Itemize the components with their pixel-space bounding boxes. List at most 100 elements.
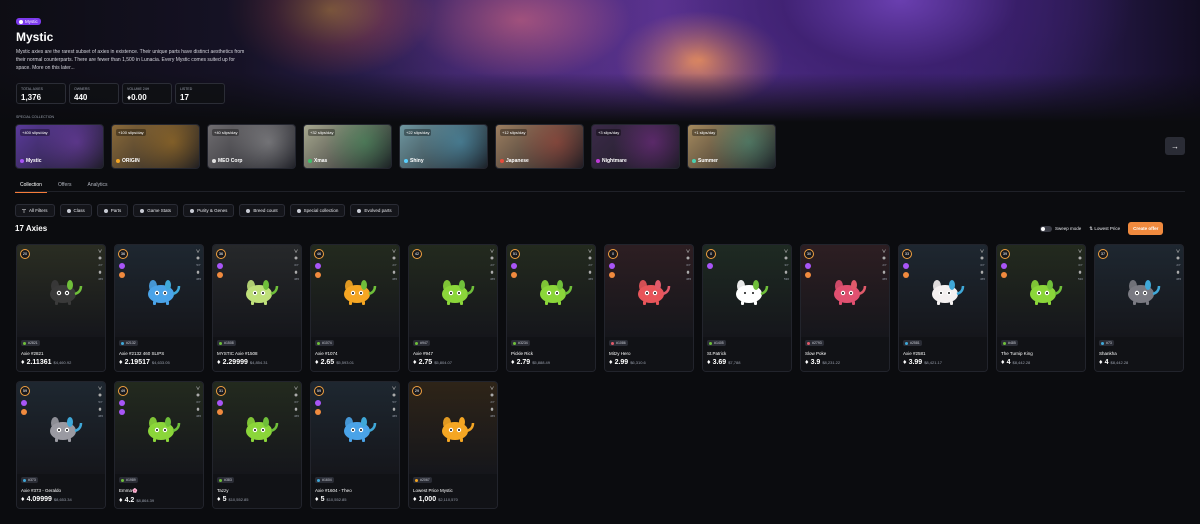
egg-icon — [295, 270, 298, 274]
eth-icon: ♦ — [217, 358, 221, 366]
mystic-part-icon — [805, 263, 811, 269]
axie-card[interactable]: 51 2/7 465 #3234 Pickle Rick ♦ 2.79 $5,888… — [506, 244, 596, 372]
class-icon — [317, 478, 320, 482]
breed-cost: 530 — [783, 277, 789, 281]
collection-icon — [212, 159, 216, 163]
level-badge: 30 — [804, 249, 814, 259]
axie-image — [932, 280, 965, 305]
special-collection-card[interactable]: +22 slips/day Shiny — [399, 124, 488, 169]
class-filter-button[interactable]: Class — [59, 204, 92, 217]
usd-price: $4,854.31 — [249, 359, 268, 365]
special-collection-card[interactable]: +100 slips/day ORIGIN — [111, 124, 200, 169]
purity-value: 0/7 — [196, 400, 201, 404]
axie-card[interactable]: 37 2/7 465 #73 Shankha ♦ 4 $8,442.28 — [1094, 244, 1184, 372]
axie-name: Axie #2132 460 SLIPS — [119, 350, 165, 356]
special-collection-filter-button[interactable]: Special collection — [289, 204, 346, 217]
eth-price: 2.79 — [516, 358, 531, 366]
eth-icon: ♦ — [805, 358, 809, 366]
mystic-part-icon — [119, 409, 125, 415]
axie-card[interactable]: 0 0/7 465 #1086 Mitzy Hero ♦ 2.99 $6,310.6 — [604, 244, 694, 372]
purity-icon — [392, 393, 396, 397]
slips-per-day: +100 slips/day — [116, 129, 146, 136]
special-collection-card[interactable]: +32 slips/day Xmas — [303, 124, 392, 169]
game-stats-filter-button[interactable]: Game Stats — [133, 204, 179, 217]
stat-volume: Volume 24H ♦0.00 — [122, 83, 172, 104]
mystic-icon — [19, 19, 23, 24]
axie-card[interactable]: 36 5/7 465 #2132 Axie #2132 460 SLIPS ♦ 2… — [114, 244, 204, 372]
level-badge: 59 — [20, 386, 30, 396]
level-badge: 29 — [412, 386, 422, 396]
purity-genes-filter-button[interactable]: Purity & Genes — [183, 204, 235, 217]
eth-icon: ♦ — [707, 358, 711, 366]
axie-info: #2793 Slow Poke ♦ 3.9 $8,231.22 — [801, 337, 889, 371]
axie-info: #1989 Emma🌸 ♦ 4.2 $8,864.39 — [115, 474, 203, 508]
axie-price: ♦ 2.11361 $4,460.92 — [21, 359, 103, 366]
usd-price: $8,231.22 — [822, 359, 841, 365]
all-filters-button[interactable]: All Filters — [15, 204, 55, 217]
axie-id-tag: #1405 — [707, 340, 726, 346]
axie-card[interactable]: 31 0/7 465 #383 Tazzy ♦ 5 $10,552.85 — [212, 381, 302, 509]
eth-price: 4 — [1104, 358, 1109, 366]
special-collection-card[interactable]: +3 slips/day Nightmare — [591, 124, 680, 169]
level-badge: 33 — [902, 249, 912, 259]
axie-card[interactable]: 33 0/7 465 #2581 Axie #2581 ♦ 3.99 $8,421.… — [898, 244, 988, 372]
eth-price: 2.29999 — [222, 358, 248, 366]
egg-icon — [99, 407, 102, 411]
axie-card[interactable]: 42 2/7 465 #947 Axie #947 ♦ 2.75 $5,804.07 — [408, 244, 498, 372]
axie-card[interactable]: 20 2/7 465 #2821 Axie #2821 ♦ 2.11361 $4,4… — [16, 244, 106, 372]
axie-name: Axie #1604 - Theo — [315, 487, 352, 493]
special-collection-card[interactable]: +400 slips/day Mystic — [15, 124, 104, 169]
usd-price: $2,110,570 — [438, 496, 458, 502]
axie-artwork: 20 2/7 465 — [17, 245, 105, 337]
special-collection-card[interactable]: +40 slips/day MEO Corp — [207, 124, 296, 169]
axie-card[interactable]: 59 5/7 465 #373 Axie #373 - Geraldo ♦ 4.0… — [16, 381, 106, 509]
purity-icon — [392, 256, 396, 260]
axie-price: ♦ 4.2 $8,864.39 — [119, 497, 201, 504]
eth-icon: ♦ — [413, 495, 417, 503]
axie-card[interactable]: 29 2/7 465 #2067 Lowest Price Mystic ♦ 1,… — [408, 381, 498, 509]
breed-icon — [392, 386, 397, 390]
axie-info: #2821 Axie #2821 ♦ 2.11361 $4,460.92 — [17, 337, 105, 371]
sort-dropdown[interactable]: ⇅ Lowest Price — [1089, 226, 1120, 232]
axie-stats-column: 2/7 465 — [588, 249, 593, 281]
special-collection-card[interactable]: +1 slips/day Summer — [687, 124, 776, 169]
purity-value: 0/7 — [686, 263, 691, 267]
usd-price: $6,310.6 — [630, 359, 646, 365]
axie-artwork: 0 0/7 465 — [605, 245, 693, 337]
eth-price: 2.11361 — [26, 358, 52, 366]
collection-header: Mystic Mystic Mystic axies are the rares… — [16, 18, 276, 72]
level-badge: 49 — [118, 386, 128, 396]
eth-price: 2.65 — [320, 358, 335, 366]
egg-icon — [981, 270, 984, 274]
egg-icon — [393, 270, 396, 274]
axie-card[interactable]: 49 0/7 465 #1989 Emma🌸 ♦ 4.2 $8,864.39 — [114, 381, 204, 509]
axie-card[interactable]: 30 2/7 465 #2793 Slow Poke ♦ 3.9 $8,231.22 — [800, 244, 890, 372]
axie-artwork: 30 2/7 465 — [801, 245, 889, 337]
axie-name: Mitzy Hero — [609, 350, 631, 356]
axie-card[interactable]: 0 3/7 530 #1405 St.Patrick ♦ 3.69 $7,788 — [702, 244, 792, 372]
axie-card[interactable]: 46 2/7 465 #1074 Axie #1074 ♦ 2.65 $5,593.… — [310, 244, 400, 372]
egg-icon — [295, 407, 298, 411]
axie-stats-column: 5/7 465 — [392, 386, 397, 418]
axie-stats-column: 2/7 465 — [490, 386, 495, 418]
mystic-badge: Mystic — [16, 18, 41, 25]
axie-stats-column: 0/7 465 — [686, 249, 691, 281]
axie-card[interactable]: 59 5/7 465 #1604 Axie #1604 - Theo ♦ 5 $10… — [310, 381, 400, 509]
eth-price: 3.99 — [908, 358, 923, 366]
next-arrow-button[interactable]: → — [1165, 137, 1185, 155]
axie-name: Slow Poke — [805, 350, 827, 356]
create-offer-button[interactable]: Create offer — [1128, 222, 1164, 235]
axie-price: ♦ 3.9 $8,231.22 — [805, 359, 887, 366]
axie-id-tag: #73 — [1099, 340, 1114, 346]
axie-price: ♦ 3.69 $7,788 — [707, 359, 789, 366]
axie-card[interactable]: 36 0/7 465 #1508 MYSTIC Axie #1508 ♦ 2.29… — [212, 244, 302, 372]
sweep-mode-toggle[interactable]: Sweep mode — [1040, 225, 1081, 232]
special-collection-card[interactable]: +12 slips/day Japanese — [495, 124, 584, 169]
eth-icon: ♦ — [1099, 358, 1103, 366]
parts-filter-button[interactable]: Parts — [96, 204, 129, 217]
axie-card[interactable]: 39 0/7 530 #485 The Turnip King ♦ 4 $8,442… — [996, 244, 1086, 372]
filter-icon — [22, 208, 26, 213]
evolved-parts-filter-button[interactable]: Evolved parts — [350, 204, 399, 217]
level-badge: 59 — [314, 386, 324, 396]
breed-count-filter-button[interactable]: Breed count — [239, 204, 285, 217]
